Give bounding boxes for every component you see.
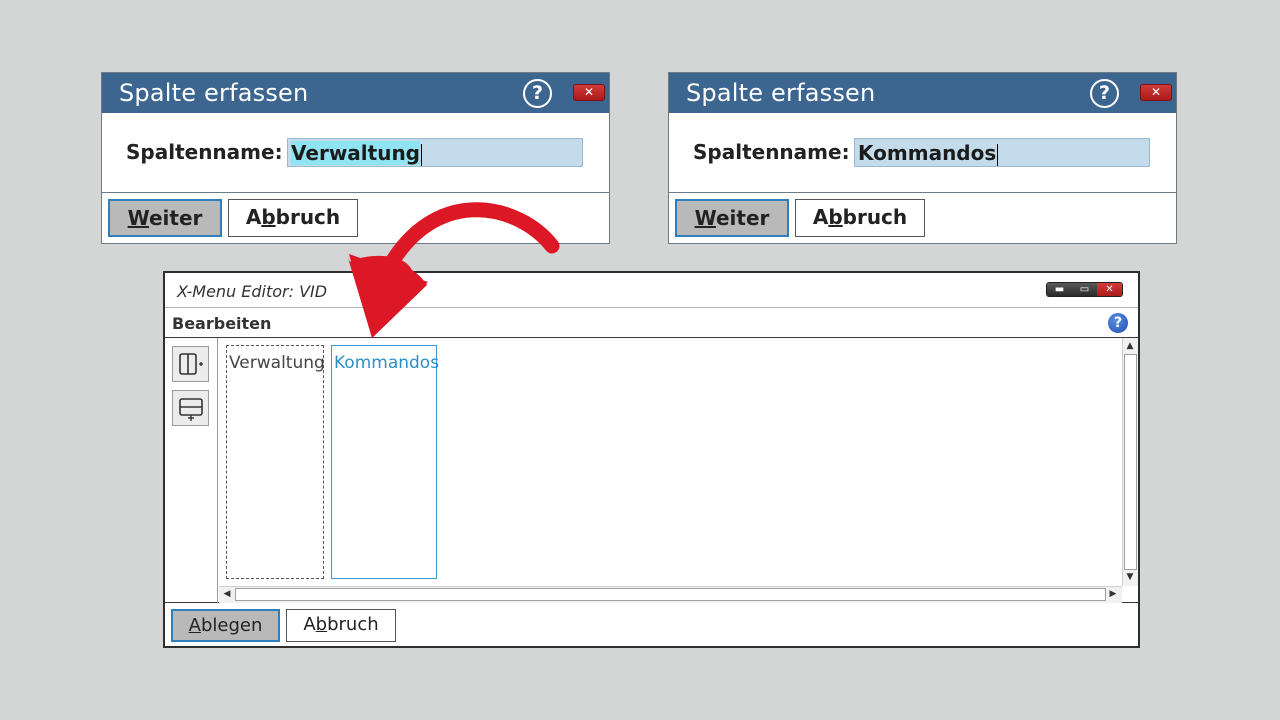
add-row-icon xyxy=(179,398,203,421)
column-verwaltung[interactable]: Verwaltung xyxy=(226,345,325,579)
column-name-input[interactable]: Verwaltung xyxy=(287,138,583,167)
editor-titlebar: X-Menu Editor: VID ▬ ▭ ✕ xyxy=(165,273,1138,307)
help-icon[interactable]: ? xyxy=(1090,79,1119,108)
vertical-scrollbar[interactable]: ▲ ▼ xyxy=(1122,338,1138,586)
vertical-scroll-thumb[interactable] xyxy=(1124,354,1137,570)
scroll-down-icon[interactable]: ▼ xyxy=(1123,570,1137,584)
menu-bearbeiten[interactable]: Bearbeiten xyxy=(172,314,271,333)
add-column-button[interactable] xyxy=(172,346,209,382)
text-caret xyxy=(997,143,999,166)
dialog-spalte-erfassen-kommandos: Spalte erfassen ? ✕ Spaltenname: Kommand… xyxy=(668,72,1177,244)
place-button[interactable]: Ablegen xyxy=(171,609,280,642)
close-icon[interactable]: ✕ xyxy=(573,84,605,101)
editor-toolbar xyxy=(165,338,218,603)
editor-menubar: Bearbeiten ? xyxy=(165,307,1138,338)
cancel-button[interactable]: Abbruch xyxy=(286,609,396,642)
dialog-footer: Weiter Abbruch xyxy=(102,193,609,243)
dialog-title: Spalte erfassen xyxy=(686,79,876,107)
horizontal-scroll-thumb[interactable] xyxy=(235,588,1106,601)
close-icon[interactable]: ✕ xyxy=(1140,84,1172,101)
scroll-right-icon[interactable]: ▶ xyxy=(1106,587,1120,601)
scroll-up-icon[interactable]: ▲ xyxy=(1123,339,1137,353)
horizontal-scrollbar[interactable]: ◀ ▶ xyxy=(219,586,1122,603)
scroll-left-icon[interactable]: ◀ xyxy=(220,587,234,601)
help-icon[interactable]: ? xyxy=(1108,313,1128,333)
maximize-icon[interactable]: ▭ xyxy=(1072,283,1097,296)
xmenu-editor-window: X-Menu Editor: VID ▬ ▭ ✕ Bearbeiten ? Ve… xyxy=(163,271,1140,648)
dialog-body: Spaltenname: Verwaltung xyxy=(102,113,609,193)
column-kommandos[interactable]: Kommandos xyxy=(331,345,439,579)
dialog-spalte-erfassen-verwaltung: Spalte erfassen ? ✕ Spaltenname: Verwalt… xyxy=(101,72,610,244)
column-name-input[interactable]: Kommandos xyxy=(854,138,1150,167)
window-controls: ▬ ▭ ✕ xyxy=(1046,282,1123,297)
dialog-footer: Weiter Abbruch xyxy=(669,193,1176,243)
cancel-button[interactable]: Abbruch xyxy=(228,199,358,237)
text-caret xyxy=(421,143,422,166)
editor-footer: Ablegen Abbruch xyxy=(165,603,1138,647)
next-button[interactable]: Weiter xyxy=(108,199,222,237)
dialog-titlebar: Spalte erfassen ? ✕ xyxy=(102,73,609,113)
help-icon[interactable]: ? xyxy=(523,79,552,108)
menu-canvas: Verwaltung Kommandos xyxy=(219,338,1122,586)
add-column-icon xyxy=(179,353,203,375)
editor-title: X-Menu Editor: VID xyxy=(177,282,328,301)
input-text: Kommandos xyxy=(858,141,997,165)
add-row-button[interactable] xyxy=(172,390,209,426)
next-button[interactable]: Weiter xyxy=(675,199,789,237)
dialog-title: Spalte erfassen xyxy=(119,79,309,107)
dialog-body: Spaltenname: Kommandos xyxy=(669,113,1176,193)
cancel-button[interactable]: Abbruch xyxy=(795,199,925,237)
minimize-icon[interactable]: ▬ xyxy=(1047,283,1072,296)
dialog-titlebar: Spalte erfassen ? ✕ xyxy=(669,73,1176,113)
column-name-label: Spaltenname: xyxy=(126,140,283,164)
column-name-label: Spaltenname: xyxy=(693,140,850,164)
close-icon[interactable]: ✕ xyxy=(1097,283,1122,296)
editor-main: Verwaltung Kommandos ▲ ▼ ◀ ▶ xyxy=(165,338,1138,603)
input-selected-text: Verwaltung xyxy=(291,141,420,165)
